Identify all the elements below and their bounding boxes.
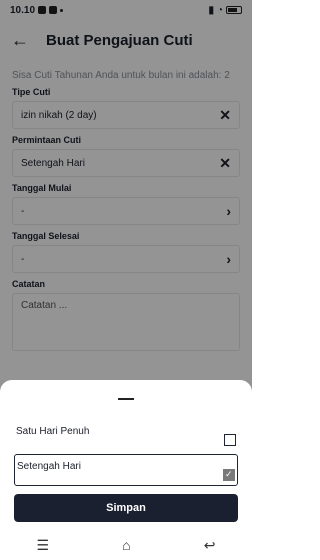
full-day-checkbox[interactable] (224, 434, 236, 446)
option-label: Setengah Hari (17, 461, 81, 472)
option-full-day[interactable]: Satu Hari Penuh (14, 420, 238, 452)
half-day-checkbox[interactable] (223, 469, 235, 481)
option-label: Satu Hari Penuh (16, 426, 90, 437)
sheet-handle[interactable] (118, 398, 134, 400)
back-icon[interactable]: ↩ (204, 537, 216, 554)
menu-icon[interactable]: ☰ (37, 537, 50, 554)
system-nav-bar: ☰ ⌂ ↩ (0, 530, 252, 560)
home-icon[interactable]: ⌂ (122, 537, 130, 553)
save-button[interactable]: Simpan (14, 494, 238, 522)
option-half-day[interactable]: Setengah Hari (14, 454, 238, 486)
